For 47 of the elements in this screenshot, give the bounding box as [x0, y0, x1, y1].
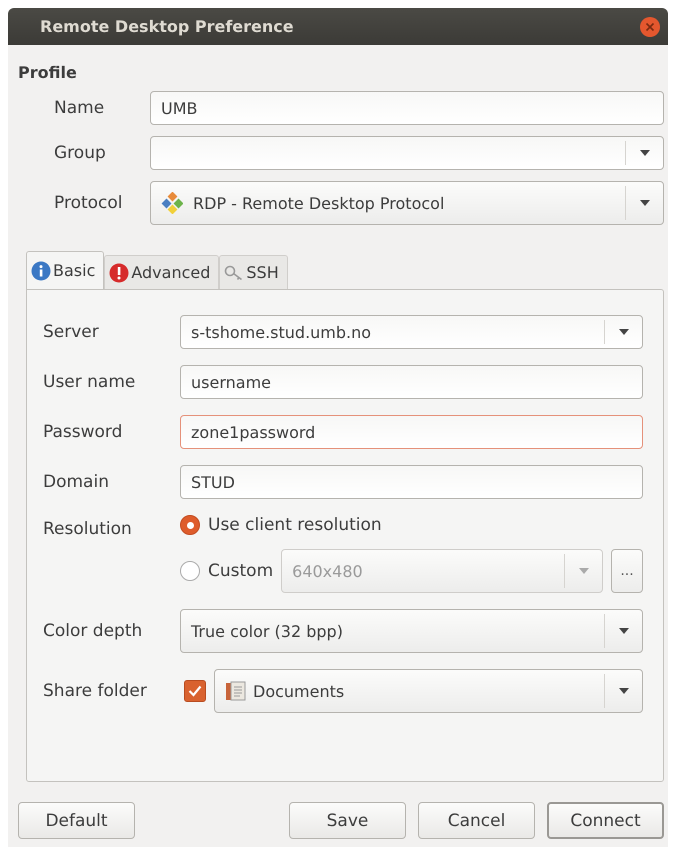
radio-button[interactable] [180, 515, 200, 535]
dropdown[interactable]: Documents [214, 669, 643, 713]
field-label: Domain [43, 472, 110, 492]
tab[interactable]: Basic [26, 251, 104, 289]
section-heading: Profile [18, 62, 78, 84]
text-field[interactable]: zone1password [180, 415, 643, 449]
info-icon [31, 260, 51, 280]
field-label: Color depth [43, 621, 144, 641]
radio-button[interactable] [180, 561, 200, 581]
text-field[interactable]: UMB [150, 91, 664, 125]
folder-icon [225, 680, 247, 702]
dropdown-arrow-icon [619, 329, 629, 335]
dialog-button[interactable]: Default [18, 802, 135, 839]
key-icon [224, 264, 244, 282]
dropdown[interactable]: RDP - Remote Desktop Protocol [150, 181, 664, 225]
close-icon[interactable] [640, 16, 660, 36]
text-field[interactable]: username [180, 365, 643, 399]
tab[interactable]: Advanced [104, 255, 220, 289]
more-button[interactable]: ... [611, 549, 643, 593]
dropdown-arrow-icon [619, 688, 629, 694]
field-label: Password [43, 422, 124, 442]
dialog-button[interactable]: Save [289, 802, 406, 839]
field-label: Share folder [43, 681, 148, 701]
window-title: Remote Desktop Preference [40, 17, 295, 36]
field-label: Name [53, 98, 106, 118]
exclamation-icon [109, 262, 130, 282]
field-label: Protocol [53, 193, 124, 213]
field-label: Group [53, 143, 107, 163]
radio-label[interactable]: Use client resolution [208, 515, 382, 535]
field-label: User name [43, 372, 136, 392]
checkbox[interactable] [184, 680, 206, 702]
field-label: Server [43, 322, 100, 342]
checkmark-icon [188, 685, 202, 697]
dialog-button[interactable]: Cancel [418, 802, 535, 839]
dropdown[interactable]: s-tshome.stud.umb.no [180, 315, 643, 349]
dropdown[interactable]: True color (32 bpp) [180, 609, 643, 653]
dropdown-arrow-icon [619, 628, 629, 634]
dropdown-arrow-icon [640, 200, 650, 206]
field-label: Resolution [43, 518, 133, 539]
tab[interactable]: SSH [219, 255, 288, 289]
radio-label[interactable]: Custom [208, 561, 274, 581]
dropdown[interactable] [150, 136, 664, 170]
diamonds-icon [161, 192, 183, 214]
dropdown-arrow-icon [640, 150, 650, 156]
dropdown-arrow-icon [579, 568, 589, 574]
text-field[interactable]: STUD [180, 465, 643, 499]
dialog-button[interactable]: Connect [547, 802, 664, 839]
